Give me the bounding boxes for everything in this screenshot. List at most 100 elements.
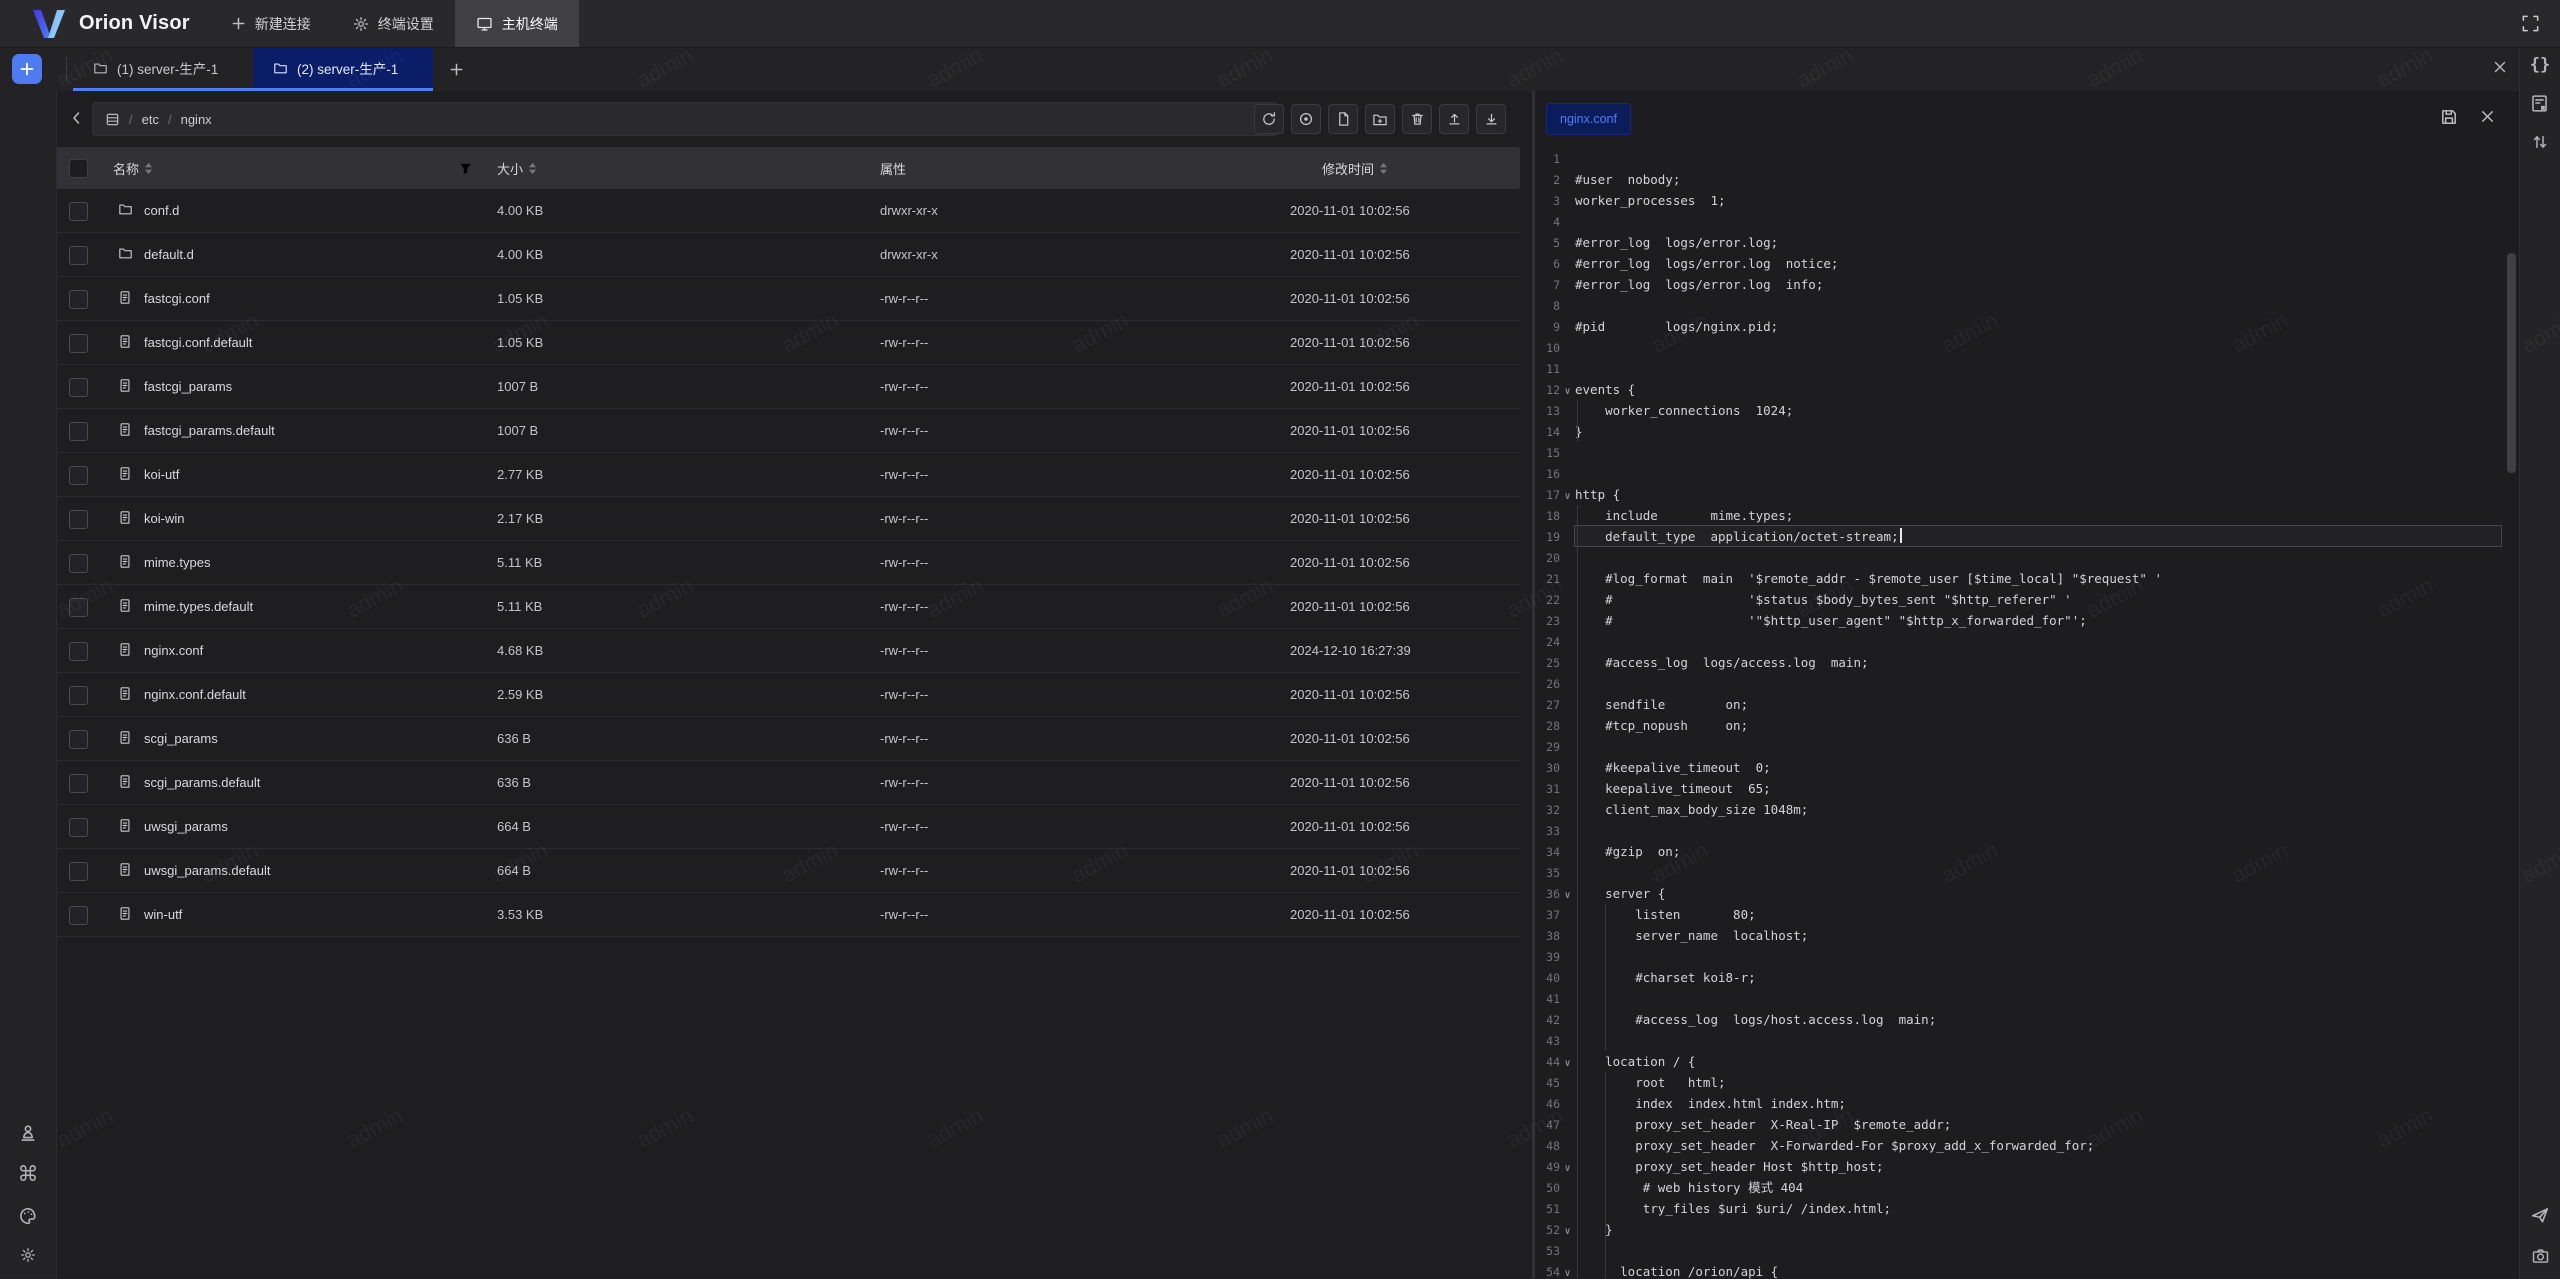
filter-funnel-icon[interactable] — [458, 147, 473, 189]
select-all-checkbox[interactable] — [69, 159, 88, 178]
breadcrumb-segment[interactable]: etc — [142, 112, 159, 127]
sort-name-icon[interactable] — [144, 162, 153, 175]
code-line-3[interactable]: 3worker_processes 1; — [1536, 190, 2520, 211]
file-name[interactable]: win-utf — [144, 893, 182, 936]
row-checkbox[interactable] — [69, 642, 88, 661]
code-line-40[interactable]: 40 #charset koi8-r; — [1536, 967, 2520, 988]
table-row[interactable]: fastcgi.conf 1.05 KB -rw-r--r-- 2020-11-… — [56, 277, 1520, 321]
code-line-21[interactable]: 21 #log_format main '$remote_addr - $rem… — [1536, 568, 2520, 589]
code-line-26[interactable]: 26 — [1536, 673, 2520, 694]
code-line-5[interactable]: 5#error_log logs/error.log; — [1536, 232, 2520, 253]
code-line-33[interactable]: 33 — [1536, 820, 2520, 841]
code-line-22[interactable]: 22 # '$status $body_bytes_sent "$http_re… — [1536, 589, 2520, 610]
code-line-49[interactable]: 49∨ proxy_set_header Host $http_host; — [1536, 1156, 2520, 1177]
code-line-20[interactable]: 20 — [1536, 547, 2520, 568]
row-checkbox[interactable] — [69, 202, 88, 221]
braces-icon[interactable]: {} — [2530, 57, 2550, 74]
code-line-41[interactable]: 41 — [1536, 988, 2520, 1009]
table-row[interactable]: fastcgi_params.default 1007 B -rw-r--r--… — [56, 409, 1520, 453]
preview-button[interactable] — [1291, 104, 1321, 134]
code-line-6[interactable]: 6#error_log logs/error.log notice; — [1536, 253, 2520, 274]
code-line-51[interactable]: 51 try_files $uri $uri/ /index.html; — [1536, 1198, 2520, 1219]
code-line-29[interactable]: 29 — [1536, 736, 2520, 757]
code-line-50[interactable]: 50 # web history 模式 404 — [1536, 1177, 2520, 1198]
file-name[interactable]: mime.types — [144, 541, 210, 584]
row-checkbox[interactable] — [69, 510, 88, 529]
table-row[interactable]: mime.types.default 5.11 KB -rw-r--r-- 20… — [56, 585, 1520, 629]
file-name[interactable]: fastcgi_params.default — [144, 409, 275, 452]
row-checkbox[interactable] — [69, 862, 88, 881]
row-checkbox[interactable] — [69, 554, 88, 573]
row-checkbox[interactable] — [69, 906, 88, 925]
file-name[interactable]: koi-utf — [144, 453, 179, 496]
code-line-35[interactable]: 35 — [1536, 862, 2520, 883]
code-line-10[interactable]: 10 — [1536, 337, 2520, 358]
row-checkbox[interactable] — [69, 598, 88, 617]
table-row[interactable]: scgi_params 636 B -rw-r--r-- 2020-11-01 … — [56, 717, 1520, 761]
code-line-31[interactable]: 31 keepalive_timeout 65; — [1536, 778, 2520, 799]
row-checkbox[interactable] — [69, 818, 88, 837]
row-checkbox[interactable] — [69, 246, 88, 265]
code-line-37[interactable]: 37 listen 80; — [1536, 904, 2520, 925]
fullscreen-button[interactable] — [2510, 0, 2550, 47]
session-tab-1[interactable]: (1) server-生产-1 — [73, 47, 253, 91]
code-line-38[interactable]: 38 server_name localhost; — [1536, 925, 2520, 946]
table-row[interactable]: nginx.conf.default 2.59 KB -rw-r--r-- 20… — [56, 673, 1520, 717]
gear-icon[interactable] — [20, 1247, 36, 1263]
table-row[interactable]: fastcgi_params 1007 B -rw-r--r-- 2020-11… — [56, 365, 1520, 409]
table-row[interactable]: koi-win 2.17 KB -rw-r--r-- 2020-11-01 10… — [56, 497, 1520, 541]
fold-chevron-icon[interactable]: ∨ — [1560, 381, 1575, 402]
code-line-39[interactable]: 39 — [1536, 946, 2520, 967]
code-line-47[interactable]: 47 proxy_set_header X-Real-IP $remote_ad… — [1536, 1114, 2520, 1135]
file-name[interactable]: scgi_params — [144, 717, 218, 760]
code-line-9[interactable]: 9#pid logs/nginx.pid; — [1536, 316, 2520, 337]
command-icon[interactable]: ⌘ — [18, 1164, 39, 1185]
top-menu-item-1[interactable]: 新建连接 — [210, 0, 332, 47]
file-name[interactable]: fastcgi_params — [144, 365, 232, 408]
file-name[interactable]: uwsgi_params.default — [144, 849, 270, 892]
editor-scrollbar[interactable] — [2507, 253, 2516, 473]
code-line-45[interactable]: 45 root html; — [1536, 1072, 2520, 1093]
code-line-43[interactable]: 43 — [1536, 1030, 2520, 1051]
file-name[interactable]: nginx.conf.default — [144, 673, 246, 716]
row-checkbox[interactable] — [69, 686, 88, 705]
row-checkbox[interactable] — [69, 334, 88, 353]
panel-close-icon[interactable] — [2492, 59, 2508, 80]
code-line-13[interactable]: 13 worker_connections 1024; — [1536, 400, 2520, 421]
table-row[interactable]: nginx.conf 4.68 KB -rw-r--r-- 2024-12-10… — [56, 629, 1520, 673]
code-line-23[interactable]: 23 # '"$http_user_agent" "$http_x_forwar… — [1536, 610, 2520, 631]
table-row[interactable]: uwsgi_params 664 B -rw-r--r-- 2020-11-01… — [56, 805, 1520, 849]
upload-button[interactable] — [1439, 104, 1469, 134]
top-menu-item-3[interactable]: 主机终端 — [455, 0, 579, 47]
file-name[interactable]: fastcgi.conf — [144, 277, 210, 320]
table-row[interactable]: win-utf 3.53 KB -rw-r--r-- 2020-11-01 10… — [56, 893, 1520, 937]
code-line-54[interactable]: 54∨ location /orion/api { — [1536, 1261, 2520, 1279]
table-row[interactable]: mime.types 5.11 KB -rw-r--r-- 2020-11-01… — [56, 541, 1520, 585]
code-line-44[interactable]: 44∨ location / { — [1536, 1051, 2520, 1072]
sort-size-icon[interactable] — [528, 162, 537, 175]
path-breadcrumb[interactable]: /etc/nginx — [92, 102, 1278, 136]
code-line-36[interactable]: 36∨ server { — [1536, 883, 2520, 904]
code-line-18[interactable]: 18 include mime.types; — [1536, 505, 2520, 526]
new-folder-button[interactable] — [1365, 104, 1395, 134]
table-row[interactable]: koi-utf 2.77 KB -rw-r--r-- 2020-11-01 10… — [56, 453, 1520, 497]
table-row[interactable]: scgi_params.default 636 B -rw-r--r-- 202… — [56, 761, 1520, 805]
file-name[interactable]: uwsgi_params — [144, 805, 228, 848]
fold-chevron-icon[interactable]: ∨ — [1560, 1221, 1575, 1242]
camera-icon[interactable] — [2531, 1247, 2550, 1265]
code-line-17[interactable]: 17∨http { — [1536, 484, 2520, 505]
user-icon[interactable] — [18, 1123, 38, 1143]
refresh-button[interactable] — [1254, 104, 1284, 134]
code-line-53[interactable]: 53 — [1536, 1240, 2520, 1261]
code-line-12[interactable]: 12∨events { — [1536, 379, 2520, 400]
file-name[interactable]: conf.d — [144, 189, 179, 232]
row-checkbox[interactable] — [69, 774, 88, 793]
code-line-8[interactable]: 8 — [1536, 295, 2520, 316]
download-button[interactable] — [1476, 104, 1506, 134]
swap-vertical-icon[interactable] — [2531, 133, 2549, 151]
fold-chevron-icon[interactable]: ∨ — [1560, 885, 1575, 906]
code-line-7[interactable]: 7#error_log logs/error.log info; — [1536, 274, 2520, 295]
row-checkbox[interactable] — [69, 378, 88, 397]
row-checkbox[interactable] — [69, 466, 88, 485]
code-line-32[interactable]: 32 client_max_body_size 1048m; — [1536, 799, 2520, 820]
